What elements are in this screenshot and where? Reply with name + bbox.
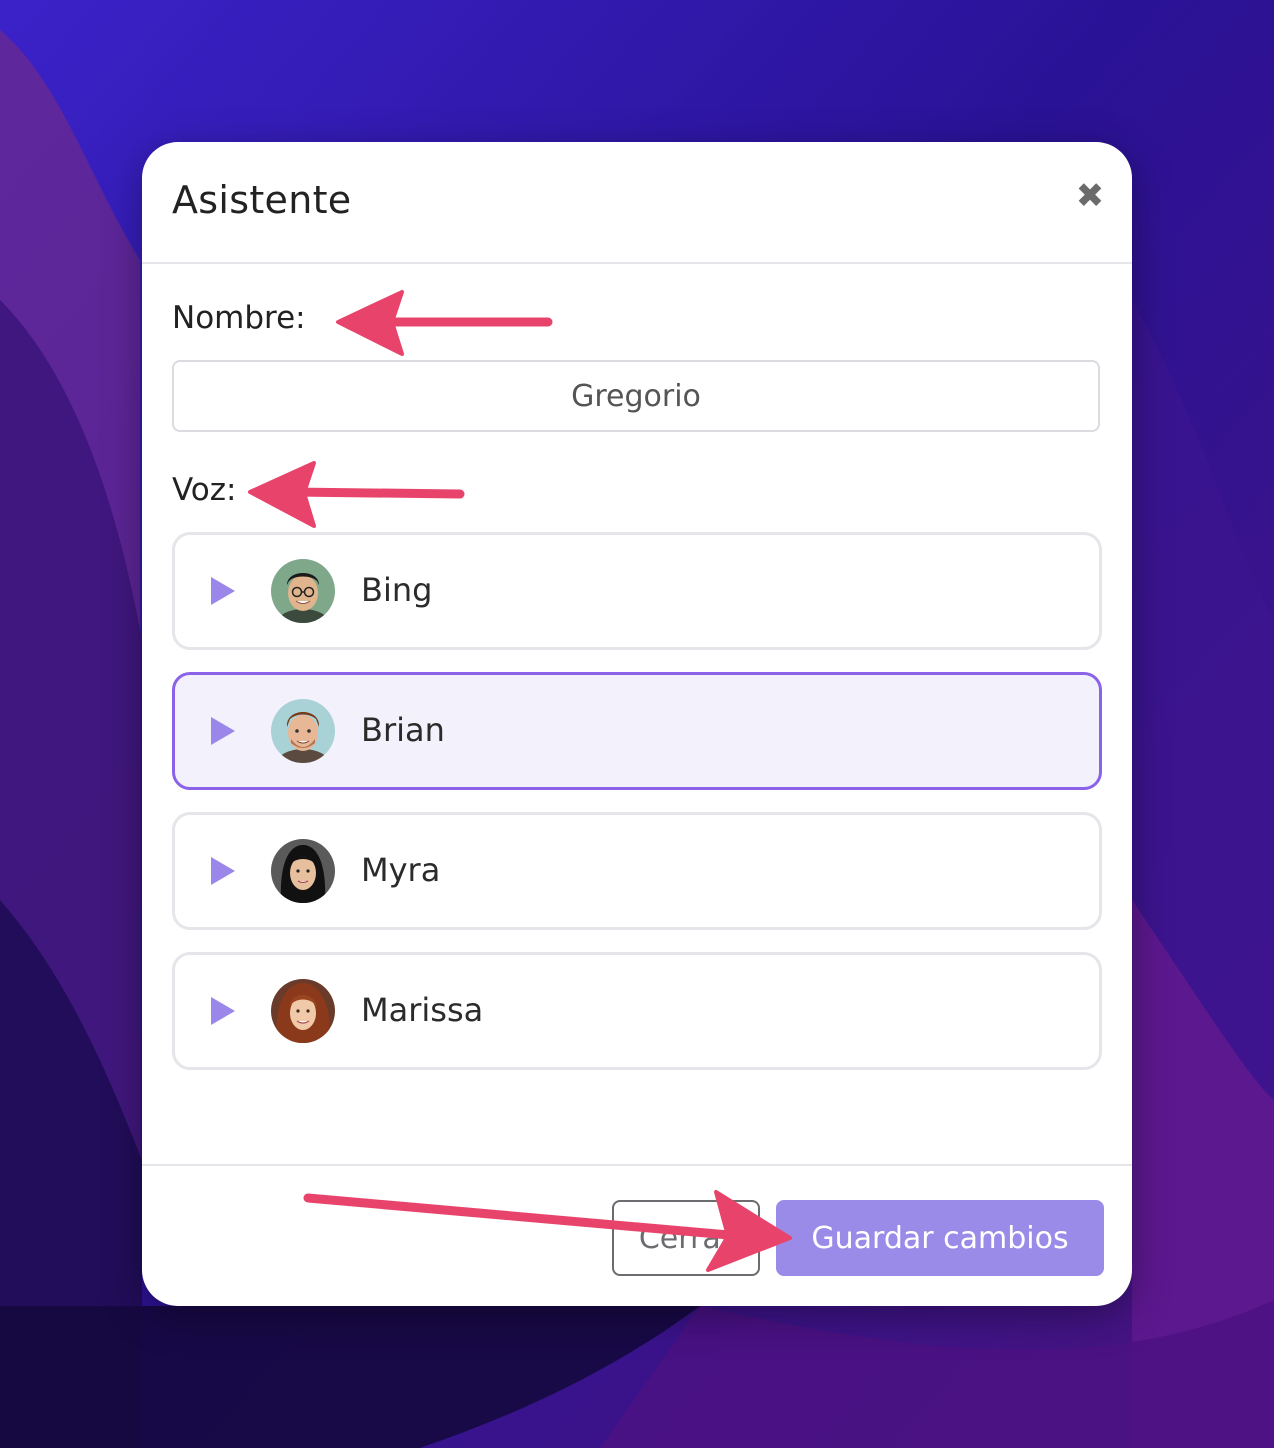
voice-option-brian[interactable]: Brian: [172, 672, 1102, 790]
avatar: [271, 699, 335, 763]
close-icon[interactable]: ✖: [1070, 176, 1110, 216]
play-icon[interactable]: [211, 717, 235, 745]
assistant-dialog: Asistente ✖ Nombre: Voz: Bing: [142, 142, 1132, 1306]
voice-name: Bing: [361, 571, 433, 609]
play-icon[interactable]: [211, 577, 235, 605]
play-icon[interactable]: [211, 857, 235, 885]
dialog-footer: Cerrar Guardar cambios: [142, 1164, 1132, 1306]
avatar: [271, 839, 335, 903]
avatar: [271, 979, 335, 1043]
save-changes-button[interactable]: Guardar cambios: [776, 1200, 1104, 1276]
cancel-button[interactable]: Cerrar: [612, 1200, 760, 1276]
voice-option-myra[interactable]: Myra: [172, 812, 1102, 930]
voice-option-bing[interactable]: Bing: [172, 532, 1102, 650]
avatar: [271, 559, 335, 623]
voice-label: Voz:: [172, 472, 237, 508]
name-input[interactable]: [172, 360, 1100, 432]
name-label: Nombre:: [172, 300, 306, 336]
voice-name: Myra: [361, 851, 441, 889]
voice-name: Brian: [361, 711, 445, 749]
dialog-title: Asistente: [172, 178, 352, 222]
play-icon[interactable]: [211, 997, 235, 1025]
voice-option-marissa[interactable]: Marissa: [172, 952, 1102, 1070]
dialog-header: Asistente ✖: [142, 142, 1132, 264]
voice-name: Marissa: [361, 991, 484, 1029]
